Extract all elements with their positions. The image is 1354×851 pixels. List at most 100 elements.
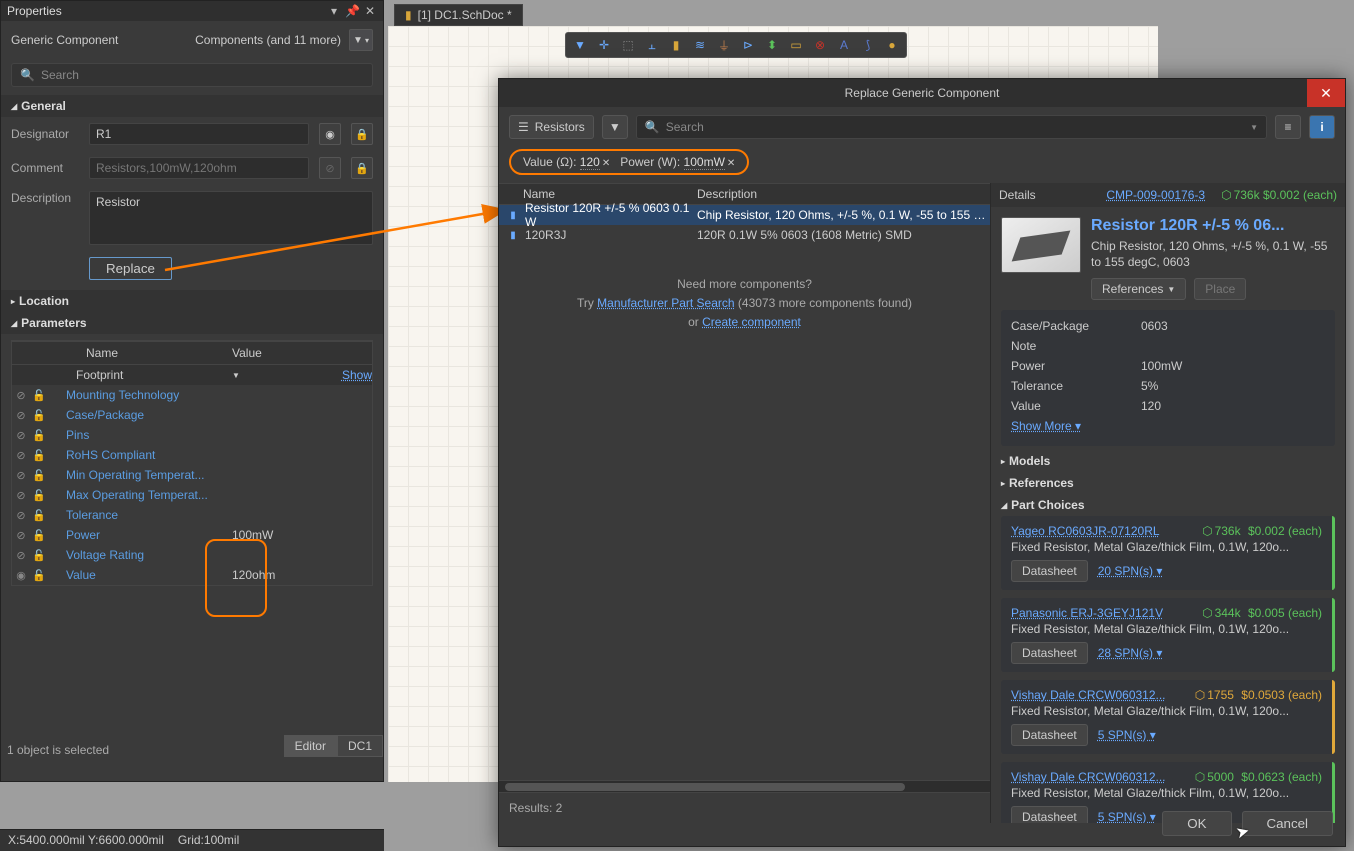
parameter-row[interactable]: ⊘ 🔓 Pins (12, 425, 372, 445)
close-button[interactable]: ✕ (1307, 79, 1345, 107)
mpn-link[interactable]: Vishay Dale CRCW060312... (1011, 688, 1166, 702)
visibility-icon[interactable]: ⊘ (12, 469, 30, 482)
netlabel-icon[interactable]: ▭ (788, 37, 804, 53)
tab-editor[interactable]: Editor (284, 735, 337, 757)
visibility-icon[interactable]: ⊘ (12, 529, 30, 542)
description-input[interactable]: Resistor (89, 191, 373, 245)
lock-icon[interactable]: 🔓 (30, 409, 48, 422)
lock-icon[interactable]: 🔓 (30, 549, 48, 562)
section-models[interactable]: ▸Models (1001, 454, 1335, 468)
tab-dc1[interactable]: DC1 (337, 735, 383, 757)
remove-filter-icon[interactable]: ✕ (602, 158, 610, 169)
section-references[interactable]: ▸References (1001, 476, 1335, 490)
show-more-link[interactable]: Show More ▾ (1011, 419, 1081, 433)
dropdown-icon[interactable]: ▾ (327, 4, 341, 18)
info-button[interactable]: i (1309, 115, 1335, 139)
result-row[interactable]: ▮ 120R3J 120R 0.1W 5% 0603 (1608 Metric)… (499, 225, 990, 245)
parameter-row[interactable]: ◉ 🔓 Value 120ohm (12, 565, 372, 585)
references-button[interactable]: References▼ (1091, 278, 1186, 300)
cancel-button[interactable]: Cancel (1242, 811, 1334, 836)
wire-icon[interactable]: ≋ (692, 37, 708, 53)
parameter-row[interactable]: ⊘ 🔓 Mounting Technology (12, 385, 372, 405)
visibility-icon[interactable]: ⊘ (12, 389, 30, 402)
lock-icon[interactable]: 🔓 (30, 449, 48, 462)
section-general[interactable]: ◢General (1, 95, 383, 117)
lock-icon[interactable]: 🔓 (30, 469, 48, 482)
chevron-down-icon[interactable]: ▼ (1250, 123, 1258, 132)
text-icon[interactable]: A (836, 37, 852, 53)
parameter-row[interactable]: ⊘ 🔓 Voltage Rating (12, 545, 372, 565)
datasheet-button[interactable]: Datasheet (1011, 724, 1088, 746)
lock-icon[interactable]: 🔒 (351, 123, 373, 145)
lock-icon[interactable]: 🔓 (30, 489, 48, 502)
category-button[interactable]: ☰Resistors (509, 115, 594, 139)
result-row[interactable]: ▮ Resistor 120R +/-5 % 0603 0.1 W Chip R… (499, 205, 990, 225)
designator-input[interactable] (89, 123, 309, 145)
show-link[interactable]: Show (342, 368, 372, 382)
lock-icon[interactable]: 🔒 (351, 157, 373, 179)
comment-input[interactable]: Resistors,100mW,120ohm (89, 157, 309, 179)
parameter-row[interactable]: ⊘ 🔓 Tolerance (12, 505, 372, 525)
horizontal-scrollbar[interactable] (499, 780, 990, 792)
visibility-icon[interactable]: ◉ (319, 123, 341, 145)
noerror-icon[interactable]: ⊗ (812, 37, 828, 53)
spn-link[interactable]: 28 SPN(s) ▾ (1098, 646, 1163, 660)
col-description[interactable]: Description (697, 187, 990, 201)
select-icon[interactable]: ⬚ (620, 37, 636, 53)
spn-link[interactable]: 5 SPN(s) ▾ (1098, 810, 1156, 823)
ok-button[interactable]: OK (1162, 811, 1231, 836)
close-icon[interactable]: ✕ (363, 4, 377, 18)
parameter-row[interactable]: ⊘ 🔓 Power 100mW (12, 525, 372, 545)
visibility-icon[interactable]: ⊘ (12, 449, 30, 462)
visibility-icon[interactable]: ◉ (12, 569, 30, 582)
visibility-icon[interactable]: ⊘ (12, 489, 30, 502)
visibility-icon[interactable]: ⊘ (12, 429, 30, 442)
lock-icon[interactable]: 🔓 (30, 569, 48, 582)
search-input[interactable]: 🔍Search▼ (636, 115, 1267, 139)
pin-icon[interactable]: 📌 (345, 4, 359, 18)
mpn-link[interactable]: Panasonic ERJ-3GEYJ121V (1011, 606, 1163, 620)
filter-value[interactable]: 120 (580, 155, 600, 170)
datasheet-button[interactable]: Datasheet (1011, 560, 1088, 582)
visibility-icon[interactable]: ⊘ (12, 509, 30, 522)
col-name[interactable]: Name (499, 187, 697, 201)
parameter-row[interactable]: ⊘ 🔓 Case/Package (12, 405, 372, 425)
section-location[interactable]: ▸Location (1, 290, 383, 312)
dialog-title-bar[interactable]: Replace Generic Component ✕ (499, 79, 1345, 107)
section-parameters[interactable]: ◢Parameters (1, 312, 383, 334)
chevron-down-icon[interactable]: ▼ (232, 371, 240, 380)
document-tab[interactable]: ▮ [1] DC1.SchDoc * (394, 4, 523, 26)
visibility-icon[interactable]: ⊘ (12, 549, 30, 562)
visibility-icon[interactable]: ⊘ (12, 409, 30, 422)
create-component-link[interactable]: Create component (702, 315, 801, 329)
align-left-icon[interactable]: ⫠ (644, 37, 660, 53)
move-icon[interactable]: ✛ (596, 37, 612, 53)
hidden-icon[interactable]: ⊘ (319, 157, 341, 179)
remove-filter-icon[interactable]: ✕ (727, 158, 735, 169)
mpn-link[interactable]: Yageo RC0603JR-07120RL (1011, 524, 1160, 538)
panel-title-bar[interactable]: Properties ▾ 📌 ✕ (1, 1, 383, 21)
datasheet-button[interactable]: Datasheet (1011, 642, 1088, 664)
parameter-row[interactable]: ⊘ 🔓 Min Operating Temperat... (12, 465, 372, 485)
mps-link[interactable]: Manufacturer Part Search (597, 296, 734, 310)
lock-icon[interactable]: 🔓 (30, 529, 48, 542)
arc-icon[interactable]: ⟆ (860, 37, 876, 53)
spn-link[interactable]: 5 SPN(s) ▾ (1098, 728, 1156, 742)
filter-button[interactable]: ▼ (602, 115, 628, 139)
section-part-choices[interactable]: ◢Part Choices (1001, 498, 1335, 512)
parameter-row[interactable]: ⊘ 🔓 RoHS Compliant (12, 445, 372, 465)
parameter-row[interactable]: ⊘ 🔓 Max Operating Temperat... (12, 485, 372, 505)
filter-button[interactable]: ▼▾ (349, 29, 373, 51)
component-icon[interactable]: ▮ (668, 37, 684, 53)
menu-button[interactable]: ≡ (1275, 115, 1301, 139)
filter-power[interactable]: 100mW (684, 155, 725, 170)
dot-icon[interactable]: ● (884, 37, 900, 53)
spn-link[interactable]: 20 SPN(s) ▾ (1098, 564, 1163, 578)
replace-button[interactable]: Replace (89, 257, 172, 280)
datasheet-button[interactable]: Datasheet (1011, 806, 1088, 823)
cmp-link[interactable]: CMP-009-00176-3 (1106, 188, 1205, 202)
funnel-icon[interactable]: ▼ (572, 37, 588, 53)
net-icon[interactable]: ⬍ (764, 37, 780, 53)
lock-icon[interactable]: 🔓 (30, 389, 48, 402)
port-icon[interactable]: ⊳ (740, 37, 756, 53)
